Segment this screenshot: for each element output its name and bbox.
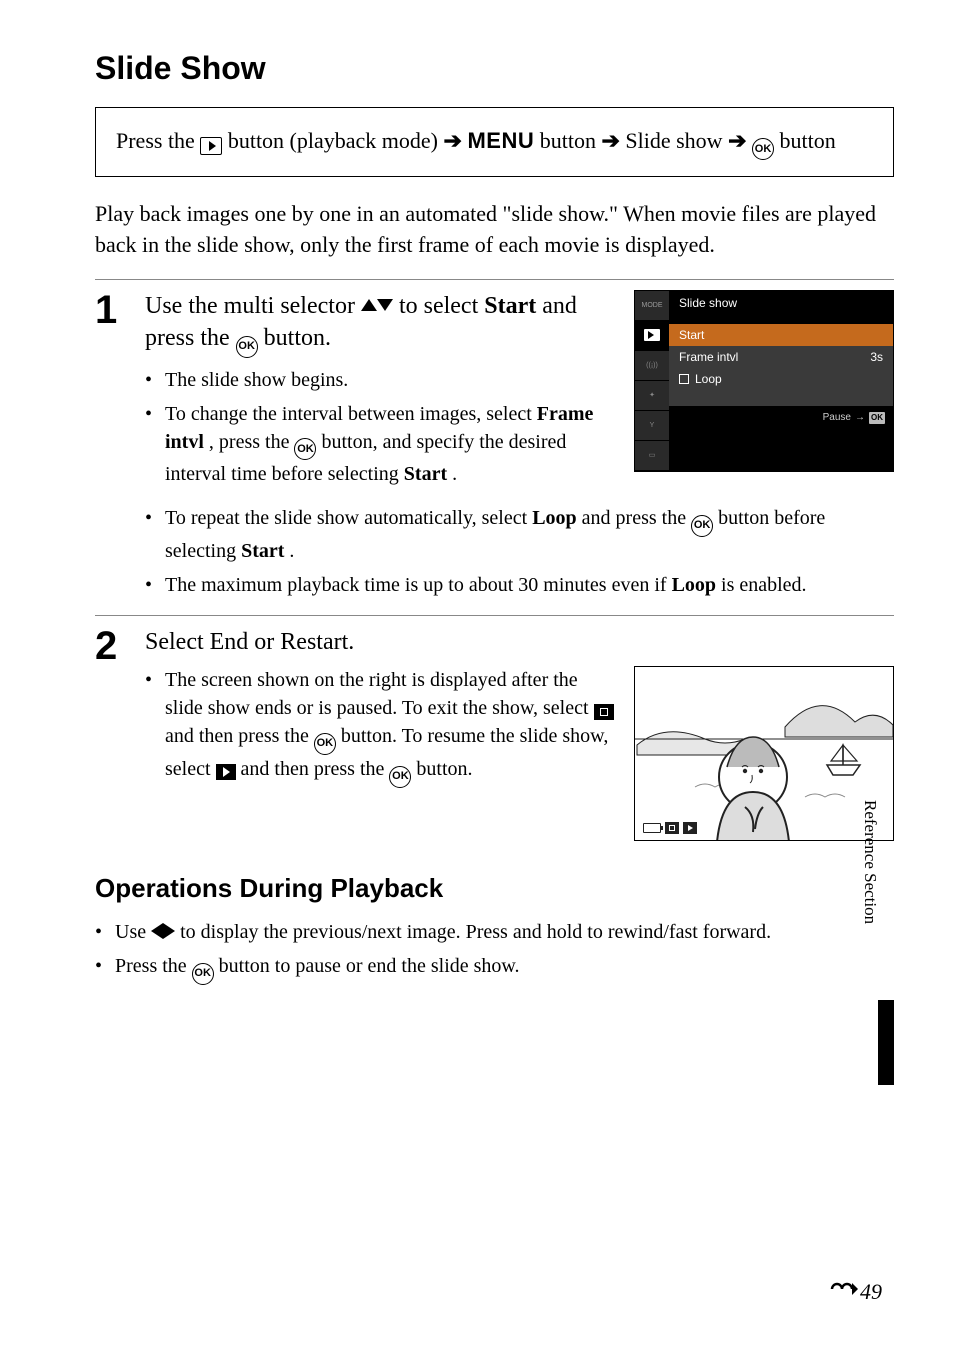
text: button to pause or end the slide show. — [219, 955, 520, 977]
stop-icon — [594, 704, 614, 720]
divider — [95, 279, 894, 280]
text: to select — [399, 293, 484, 319]
lcd-label: Loop — [695, 372, 722, 386]
divider — [95, 615, 894, 616]
text: button. — [416, 758, 472, 780]
text: , press the — [209, 431, 295, 453]
ok-button-icon: OK — [752, 138, 774, 160]
path-text: Slide show — [625, 128, 728, 153]
arrow-icon: ➔ — [601, 128, 619, 153]
text-bold: Loop — [672, 574, 716, 596]
step-1: 1 Use the multi selector to select Start… — [95, 290, 894, 495]
bullet: Press the OK button to pause or end the … — [95, 952, 894, 985]
ok-button-icon: OK — [389, 766, 411, 788]
text-bold: Start — [241, 540, 284, 562]
bullet: Use to display the previous/next image. … — [95, 918, 894, 946]
lcd-value: 3s — [870, 350, 883, 364]
text: and then press the — [241, 758, 390, 780]
illustration-paused-screen — [634, 666, 894, 841]
camera-lcd-mock: MODE ((¡)) ✦ Y ▭ Slide show Start Frame … — [634, 290, 894, 472]
ok-button-icon: OK — [294, 438, 316, 460]
playback-icon — [200, 137, 222, 155]
page-number: 49 — [828, 1279, 882, 1305]
lcd-footer-label: Pause — [823, 412, 851, 423]
text: The screen shown on the right is display… — [165, 669, 594, 719]
path-text: Press the — [116, 128, 200, 153]
bullet: The slide show begins. — [145, 366, 614, 394]
text-bold: Start — [404, 463, 447, 485]
step-number: 2 — [95, 626, 145, 666]
lcd-retouch-icon: ✦ — [635, 381, 669, 411]
lcd-setup-icon: Y — [635, 411, 669, 441]
lcd-row-empty — [669, 390, 893, 406]
up-arrow-icon — [361, 299, 377, 311]
text: and press the — [582, 507, 691, 529]
ok-button-icon: OK — [691, 515, 713, 537]
side-tab-marker — [878, 1000, 894, 1085]
bullet: The screen shown on the right is display… — [145, 666, 614, 787]
illustration-footer — [643, 822, 697, 834]
ok-button-icon: OK — [314, 733, 336, 755]
battery-icon — [643, 823, 661, 833]
step-heading: Use the multi selector to select Start a… — [145, 290, 614, 358]
intro-paragraph: Play back images one by one in an automa… — [95, 199, 894, 261]
text: The maximum playback time is up to about… — [165, 574, 672, 596]
step-heading: Select End or Restart. — [145, 626, 894, 658]
text-bold: Start — [484, 293, 536, 319]
lcd-playback-icon — [635, 321, 669, 351]
text: Press the — [115, 955, 192, 977]
checkbox-icon — [679, 374, 689, 384]
lcd-footer: Pause → OK — [669, 406, 893, 430]
arrow-icon: ➔ — [444, 128, 462, 153]
play-icon — [216, 764, 236, 780]
bullet: To repeat the slide show automatically, … — [145, 504, 894, 565]
stop-icon — [665, 822, 679, 834]
right-arrow-icon — [163, 923, 175, 939]
text: . — [452, 463, 457, 485]
text: button. — [264, 325, 331, 351]
lcd-row-frame-intvl: Frame intvl 3s — [669, 346, 893, 368]
text-bold: Loop — [532, 507, 576, 529]
lcd-sidebar: MODE ((¡)) ✦ Y ▭ — [635, 291, 669, 471]
text: To repeat the slide show automatically, … — [165, 507, 532, 529]
text: Use the multi selector — [145, 293, 361, 319]
lcd-battery-icon: ▭ — [635, 441, 669, 471]
page-title: Slide Show — [95, 50, 894, 87]
path-text: button (playback mode) — [228, 128, 444, 153]
page-number-text: 49 — [860, 1279, 882, 1305]
path-text: button — [540, 128, 602, 153]
reference-section-icon — [828, 1279, 858, 1299]
subsection-heading: Operations During Playback — [95, 873, 894, 904]
arrow-icon: ➔ — [728, 128, 746, 153]
navigation-path-box: Press the button (playback mode) ➔ MENU … — [95, 107, 894, 177]
ok-button-icon: OK — [192, 963, 214, 985]
play-icon — [683, 822, 697, 834]
text: is enabled. — [721, 574, 807, 596]
bullet: The maximum playback time is up to about… — [145, 571, 894, 599]
down-arrow-icon — [377, 299, 393, 311]
ok-button-icon: OK — [236, 336, 258, 358]
lcd-mode-icon: MODE — [635, 291, 669, 321]
text: and then press the — [165, 725, 314, 747]
arrow-icon: → — [855, 412, 865, 423]
side-tab-label: Reference Section — [860, 790, 880, 1080]
lcd-row-loop: Loop — [669, 368, 893, 390]
left-arrow-icon — [151, 923, 163, 939]
lcd-wifi-icon: ((¡)) — [635, 351, 669, 381]
lcd-label: Frame intvl — [679, 350, 738, 364]
path-text: button — [780, 128, 836, 153]
text: Use — [115, 921, 151, 943]
lcd-title: Slide show — [669, 291, 893, 324]
step-2: 2 Select End or Restart. The screen show… — [95, 626, 894, 841]
menu-button-label: MENU — [467, 128, 534, 153]
step-number: 1 — [95, 290, 145, 330]
ok-box-icon: OK — [869, 412, 885, 424]
text: to display the previous/next image. Pres… — [180, 921, 771, 943]
text: . — [289, 540, 294, 562]
bullet: To change the interval between images, s… — [145, 400, 614, 489]
text: To change the interval between images, s… — [165, 403, 537, 425]
lcd-row-start: Start — [669, 324, 893, 346]
